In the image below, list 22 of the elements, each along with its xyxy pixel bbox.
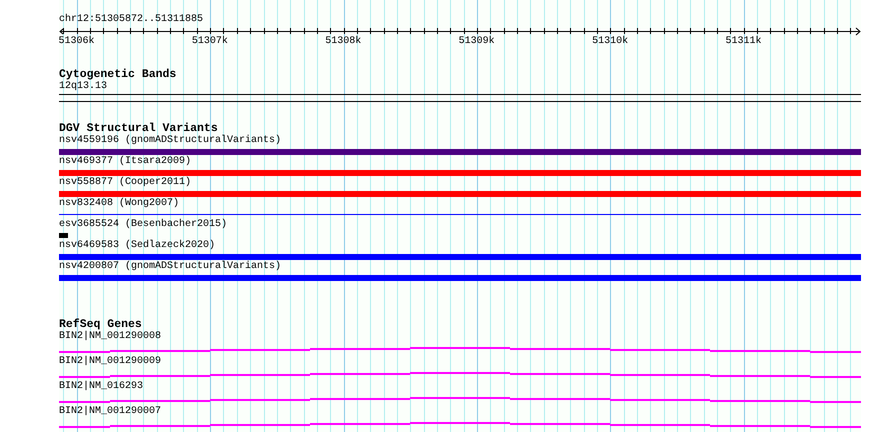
gene-label: BIN2|NM_001290009 [59,356,162,368]
tick-label: 51308k [325,36,362,48]
tick-label: 51306k [58,36,94,48]
variant-label: nsv4559196 (gnomADStructuralVariants) [59,135,282,147]
gene-label: BIN2|NM_001290007 [59,406,162,418]
tick-label: 51311k [726,36,762,48]
track-title: RefSeq Genes [59,319,142,331]
variant-label: nsv6469583 (Sedlazeck2020) [59,240,216,252]
track-title: Cytogenetic Bands [59,69,176,81]
variant-label: esv3685524 (Besenbacher2015) [59,219,228,231]
gene-label: BIN2|NM_001290008 [59,331,162,343]
variant-label: nsv469377 (Itsara2009) [59,156,192,168]
tick-label: 51309k [458,36,495,48]
position-label: chr12:51305872..51311885 [59,14,204,26]
gene-label: BIN2|NM_016293 [59,381,144,393]
variant-label: nsv832408 (Wong2007) [59,198,180,210]
tick-label: 51307k [192,36,228,48]
track-title: DGV Structural Variants [59,123,218,135]
band-label: 12q13.13 [59,81,108,93]
variant-label: nsv4200807 (gnomADStructuralVariants) [59,261,282,273]
tick-label: 51310k [592,36,628,48]
variant-label: nsv558877 (Cooper2011) [59,177,192,189]
